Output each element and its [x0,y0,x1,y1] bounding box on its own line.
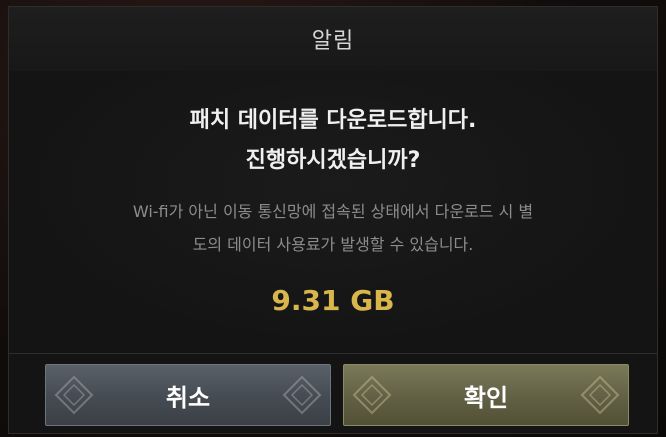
game-background: 알림 패치 데이터를 다운로드합니다. 진행하시겠습니까? Wi-fi가 아닌 … [0,0,666,437]
confirm-button-label: 확인 [463,383,509,412]
diamond-ornament-icon [580,375,620,415]
diamond-ornament-icon [54,375,94,415]
download-size: 9.31 GB [271,284,395,317]
cancel-button[interactable]: 취소 [45,364,331,426]
confirm-button[interactable]: 확인 [343,364,629,426]
dialog-header: 알림 [9,7,657,72]
cancel-button-label: 취소 [165,383,211,412]
diamond-ornament-icon [352,375,392,415]
dialog-body: 패치 데이터를 다운로드합니다. 진행하시겠습니까? Wi-fi가 아닌 이동 … [9,71,657,353]
footer-divider [9,353,657,354]
diamond-ornament-icon [282,375,322,415]
notice-line-1: Wi-fi가 아닌 이동 통신망에 접속된 상태에서 다운로드 시 별 [132,202,534,221]
headline-line-2: 진행하시겠습니까? [245,148,421,173]
dialog-title: 알림 [311,29,355,54]
headline-line-1: 패치 데이터를 다운로드합니다. [189,108,477,133]
download-confirm-dialog: 알림 패치 데이터를 다운로드합니다. 진행하시겠습니까? Wi-fi가 아닌 … [8,6,658,434]
notice-line-2: 도의 데이터 사용료가 발생할 수 있습니다. [192,235,474,254]
